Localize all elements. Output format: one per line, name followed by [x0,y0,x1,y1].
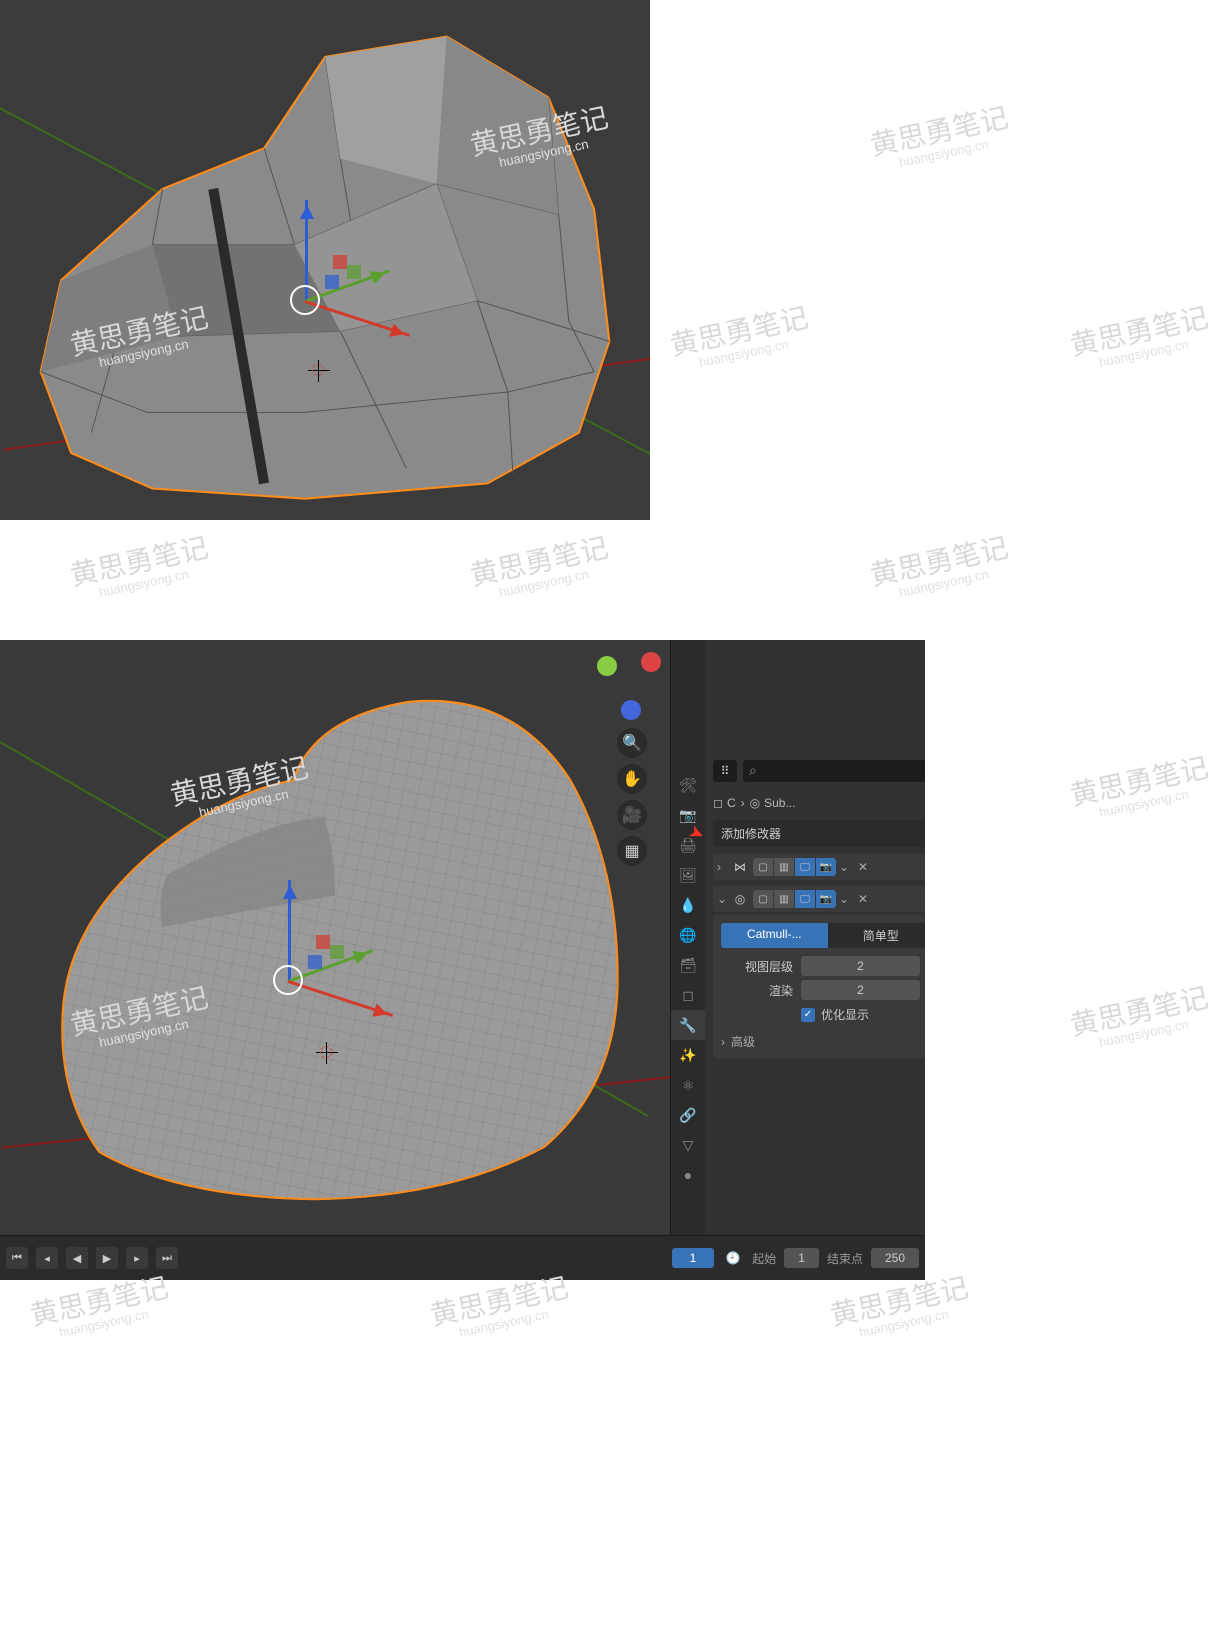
breadcrumb-object[interactable]: ◻ C [713,796,736,810]
start-frame-input[interactable]: 1 [784,1248,819,1268]
delete-icon[interactable]: ✕ [858,860,868,874]
axis-z-ball[interactable] [621,700,641,720]
subdiv-icon: ◎ [732,891,748,907]
end-frame-input[interactable]: 250 [871,1248,919,1268]
modifier-subdiv-row[interactable]: ⌄ ◎ ▢ ▥ 🖵 📷 ⌄ ✕ ⠿⠿ [713,886,925,912]
options-icon[interactable]: ⠿ [713,760,737,782]
tab-world[interactable]: 🌐 [671,920,705,950]
jump-start-icon[interactable]: ⏮ [6,1247,28,1269]
chevron-right-icon: › [721,1035,725,1049]
viewport-top[interactable] [0,0,650,520]
viewport-level-label: 视图层级 [721,958,793,975]
keyframe-prev-icon[interactable]: ◂ [36,1247,58,1269]
tab-viewlayer[interactable]: 🖼 [671,860,705,890]
end-label: 结束点 [827,1250,863,1267]
nav-gizmo[interactable] [597,652,667,722]
optimal-display-label: 优化显示 [821,1006,869,1023]
render-level-input[interactable]: 2 [801,980,920,1000]
timeline: ⏮ ◂ ◀ ▶ ▸ ⏭ 1 🕘 起始 1 结束点 250 [0,1235,925,1280]
pan-icon[interactable]: ✋ [617,764,647,794]
viewport-level-input[interactable]: 2 [801,956,920,976]
tab-modifiers[interactable]: 🔧 [671,1010,705,1040]
modifier-mirror-row[interactable]: › ⋈ ▢ ▥ 🖵 📷 ⌄ ✕ ⠿⠿ [713,854,925,880]
play-reverse-icon[interactable]: ◀ [66,1247,88,1269]
mesh-object-lowpoly[interactable] [0,0,650,520]
jump-end-icon[interactable]: ⏭ [156,1247,178,1269]
subdiv-settings: Catmull-... 简单型 视图层级 2 渲染 2 ✓ 优化显示 [713,915,925,1058]
tab-constraints[interactable]: 🔗 [671,1100,705,1130]
mod-toggle-editmode[interactable]: ▢ [753,890,773,908]
tab-collection[interactable]: 🗃 [671,950,705,980]
tab-material[interactable]: ● [671,1160,705,1190]
mesh-object-subdiv[interactable] [0,640,670,1235]
tab-tool[interactable]: 🛠 [671,770,705,800]
perspective-icon[interactable]: ▦ [617,836,647,866]
axis-x-ball[interactable] [641,652,661,672]
dropdown-icon[interactable]: ⌄ [839,892,851,906]
advanced-toggle[interactable]: › 高级 [721,1033,925,1050]
render-level-label: 渲染 [721,982,793,999]
tab-particles[interactable]: ✨ [671,1040,705,1070]
start-label: 起始 [752,1250,776,1267]
breadcrumb-modifier[interactable]: ◎ Sub... [750,796,796,810]
breadcrumb: ◻ C › ◎ Sub... 📌 [705,790,925,816]
optimal-display-checkbox[interactable]: ✓ [801,1008,815,1022]
add-modifier-label: 添加修改器 [721,825,781,842]
mod-toggle-cage[interactable]: ▥ [774,858,794,876]
zoom-icon[interactable]: 🔍 [617,728,647,758]
current-frame-input[interactable]: 1 [672,1248,715,1268]
mod-toggle-viewport[interactable]: 🖵 [795,858,815,876]
delete-icon[interactable]: ✕ [858,892,868,906]
simple-button[interactable]: 简单型 [828,923,926,948]
tab-data[interactable]: ▽ [671,1130,705,1160]
clock-icon[interactable]: 🕘 [722,1247,744,1269]
play-icon[interactable]: ▶ [96,1247,118,1269]
mod-toggle-editmode[interactable]: ▢ [753,858,773,876]
viewport-bottom[interactable]: 🔍 ✋ 🎥 ▦ 🛠 📷 🖨 🖼 💧 🌐 🗃 ◻ 🔧 ✨ ⚛ 🔗 ▽ ● ⠿ [0,640,925,1280]
dropdown-icon[interactable]: ⌄ [839,860,851,874]
keyframe-next-icon[interactable]: ▸ [126,1247,148,1269]
search-input[interactable] [743,760,925,782]
axis-y-ball[interactable] [597,656,617,676]
tab-object[interactable]: ◻ [671,980,705,1010]
properties-tabs: 🛠 📷 🖨 🖼 💧 🌐 🗃 ◻ 🔧 ✨ ⚛ 🔗 ▽ ● [671,640,705,1235]
mod-toggle-render[interactable]: 📷 [816,858,836,876]
mirror-icon: ⋈ [732,859,748,875]
collapse-icon[interactable]: ⌄ [717,892,729,906]
properties-panel: 🛠 📷 🖨 🖼 💧 🌐 🗃 ◻ 🔧 ✨ ⚛ 🔗 ▽ ● ⠿ ◻ C › ◎ Su… [670,640,925,1235]
tab-physics[interactable]: ⚛ [671,1070,705,1100]
tab-scene[interactable]: 💧 [671,890,705,920]
camera-icon[interactable]: 🎥 [617,800,647,830]
mod-toggle-cage[interactable]: ▥ [774,890,794,908]
mod-toggle-viewport[interactable]: 🖵 [795,890,815,908]
expand-icon[interactable]: › [717,860,729,874]
add-modifier-dropdown[interactable]: ➤ 添加修改器 [713,820,925,847]
catmull-button[interactable]: Catmull-... [721,923,828,948]
mod-toggle-render[interactable]: 📷 [816,890,836,908]
